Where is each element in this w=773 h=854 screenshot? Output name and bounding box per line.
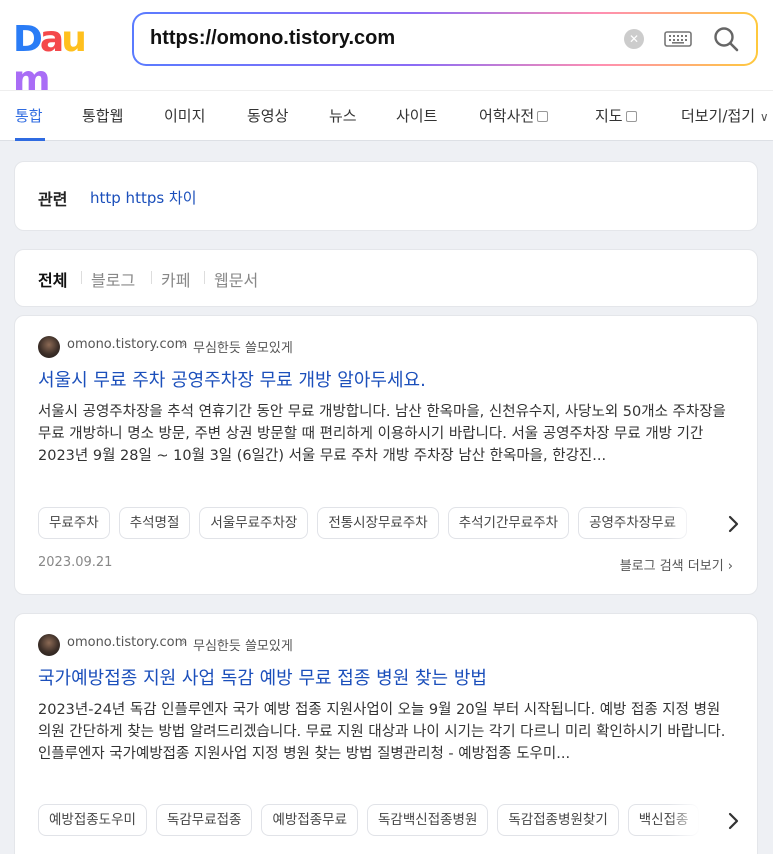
filter-cafe[interactable]: 카페 bbox=[161, 267, 190, 291]
tab-site[interactable]: 사이트 bbox=[396, 105, 437, 126]
header: Daum https://omono.tistory.com ✕ bbox=[0, 0, 773, 100]
tag-chip[interactable]: 독감접종병원찾기 bbox=[497, 804, 619, 836]
external-link-icon bbox=[537, 111, 549, 122]
logo-letter: u bbox=[61, 19, 87, 60]
tab-video[interactable]: 동영상 bbox=[247, 105, 288, 126]
chevron-right-icon: › bbox=[727, 559, 733, 574]
tag-chip[interactable]: 예방접종도우미 bbox=[38, 804, 147, 836]
result-title[interactable]: 국가예방접종 지원 사업 독감 예방 무료 접종 병원 찾는 방법 bbox=[38, 664, 487, 690]
search-input[interactable]: https://omono.tistory.com bbox=[150, 27, 395, 50]
avatar bbox=[38, 336, 60, 358]
tag-chip[interactable]: 전통시장무료주차 bbox=[317, 507, 439, 539]
blog-search-more-label: 블로그 검색 더보기 bbox=[619, 559, 724, 574]
chevron-right-icon[interactable] bbox=[721, 512, 745, 536]
chevron-right-icon: › bbox=[181, 635, 186, 649]
related-card: 관련 http https 차이 bbox=[14, 161, 758, 231]
clear-icon[interactable]: ✕ bbox=[624, 29, 644, 49]
filter-divider bbox=[151, 271, 152, 284]
tab-more-label: 더보기/접기 bbox=[681, 107, 756, 125]
tab-integrated[interactable]: 통합 bbox=[15, 105, 43, 126]
blog-search-more-link[interactable]: 블로그 검색 더보기 › bbox=[620, 555, 733, 574]
filter-webdoc[interactable]: 웹문서 bbox=[214, 267, 258, 291]
result-title[interactable]: 서울시 무료 주차 공영주차장 무료 개방 알아두세요. bbox=[38, 366, 426, 392]
filter-card: 전체 블로그 카페 웹문서 bbox=[14, 249, 758, 307]
tab-image[interactable]: 이미지 bbox=[164, 105, 205, 126]
avatar bbox=[38, 634, 60, 656]
related-search-link[interactable]: http https 차이 bbox=[90, 187, 197, 208]
filter-blog[interactable]: 블로그 bbox=[91, 267, 135, 291]
tab-dictionary-label: 어학사전 bbox=[479, 107, 535, 125]
search-tabs: 통합 통합웹 이미지 동영상 뉴스 사이트 어학사전 지도 더보기/접기 ∨ bbox=[0, 90, 773, 141]
tab-news[interactable]: 뉴스 bbox=[329, 105, 357, 126]
tags-fade bbox=[668, 507, 728, 541]
daum-logo[interactable]: Daum bbox=[13, 19, 111, 100]
filter-divider bbox=[204, 271, 205, 284]
related-label: 관련 bbox=[38, 190, 68, 209]
tab-more[interactable]: 더보기/접기 ∨ bbox=[681, 105, 769, 126]
result-description: 서울시 공영주차장을 추석 연휴기간 동안 무료 개방합니다. 남산 한옥마을,… bbox=[38, 404, 726, 464]
tags-fade bbox=[668, 804, 728, 838]
search-box: https://omono.tistory.com ✕ bbox=[132, 12, 758, 66]
search-result: omono.tistory.com › 무심한듯 쓸모있게 서울시 무료 주차 … bbox=[14, 315, 758, 595]
active-tab-indicator bbox=[15, 138, 45, 141]
filter-divider bbox=[81, 271, 82, 284]
result-tags: 예방접종도우미 독감무료접종 예방접종무료 독감백신접종병원 독감접종병원찾기 백신접종 bbox=[38, 804, 728, 838]
tag-chip[interactable]: 독감무료접종 bbox=[155, 804, 253, 836]
result-blog-name[interactable]: 무심한듯 쓸모있게 bbox=[193, 337, 293, 356]
result-date: 2023.09.21 bbox=[38, 555, 113, 570]
external-link-icon bbox=[625, 111, 637, 122]
filter-all[interactable]: 전체 bbox=[38, 267, 67, 291]
tag-chip[interactable]: 무료주차 bbox=[38, 507, 110, 539]
search-inner: https://omono.tistory.com ✕ bbox=[134, 14, 756, 64]
tab-web[interactable]: 통합웹 bbox=[82, 105, 123, 126]
tag-chip[interactable]: 서울무료주차장 bbox=[199, 507, 309, 539]
tag-chip[interactable]: 예방접종무료 bbox=[261, 804, 359, 836]
logo-letter: D bbox=[13, 19, 43, 60]
result-blog-name[interactable]: 무심한듯 쓸모있게 bbox=[193, 635, 293, 654]
result-site[interactable]: omono.tistory.com bbox=[67, 337, 187, 352]
tag-chip[interactable]: 독감백신접종병원 bbox=[367, 804, 489, 836]
tab-map-label: 지도 bbox=[595, 107, 623, 125]
tag-chip[interactable]: 추석기간무료주차 bbox=[447, 507, 570, 539]
keyboard-icon[interactable] bbox=[664, 29, 692, 49]
chevron-down-icon: ∨ bbox=[759, 110, 769, 124]
result-description: 2023년-24년 독감 인플루엔자 국가 예방 접종 지원사업이 오늘 9월 … bbox=[38, 702, 726, 762]
result-tags: 무료주차 추석명절 서울무료주차장 전통시장무료주차 추석기간무료주차 공영주차장무료 bbox=[38, 507, 728, 541]
tab-map[interactable]: 지도 bbox=[595, 105, 637, 126]
chevron-right-icon[interactable] bbox=[721, 809, 745, 833]
search-result: omono.tistory.com › 무심한듯 쓸모있게 국가예방접종 지원 … bbox=[14, 613, 758, 854]
chevron-right-icon: › bbox=[181, 337, 186, 351]
tag-chip[interactable]: 추석명절 bbox=[118, 507, 191, 539]
tab-dictionary[interactable]: 어학사전 bbox=[479, 105, 549, 126]
logo-letter: a bbox=[39, 19, 64, 60]
search-icon[interactable] bbox=[712, 25, 740, 53]
result-site[interactable]: omono.tistory.com bbox=[67, 635, 187, 650]
